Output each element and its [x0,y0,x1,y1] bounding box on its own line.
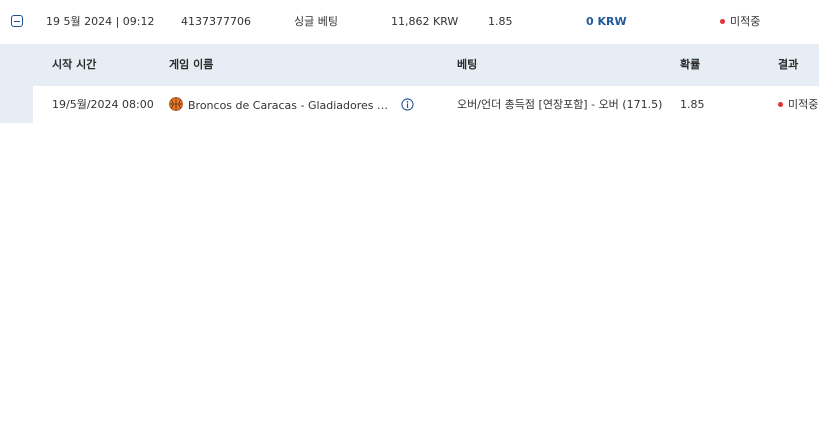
row-game: Broncos de Caracas - Gladiadores de Anzo… [169,86,414,123]
header-start-time: 시작 시간 [52,58,97,71]
bet-stake: 11,862 KRW [391,15,459,28]
header-bet: 베팅 [457,58,478,71]
row-bet: 오버/언더 총득점 [연장포함] - 오버 (171.5) [457,98,663,111]
bet-odds: 1.85 [488,15,513,28]
row-start-time: 19/5월/2024 08:00 [52,98,154,111]
header-game-name: 게임 이름 [169,58,214,71]
bet-date: 19 5월 2024 | 09:12 [46,15,155,28]
lost-status-dot [720,18,725,24]
bet-id: 4137377706 [181,15,251,28]
header-result: 결과 [778,58,799,71]
row-result: 미적중 [778,86,818,123]
bet-payout: 0 KRW [586,15,627,28]
info-icon[interactable] [401,97,414,111]
bet-detail-panel: 시작 시간 게임 이름 베팅 확률 결과 19/5월/2024 08:00 Br… [0,44,819,123]
bet-detail-table: 시작 시간 게임 이름 베팅 확률 결과 19/5월/2024 08:00 Br… [33,44,819,123]
basketball-icon [169,97,183,111]
bet-summary-row[interactable]: 19 5월 2024 | 09:12 4137377706 싱글 베팅 11,8… [0,0,819,45]
row-game-name[interactable]: Broncos de Caracas - Gladiadores de Anzo… [188,87,393,124]
bet-status: 미적중 [720,0,760,44]
lost-status-dot [778,101,783,107]
row-odds: 1.85 [680,98,705,111]
header-odds: 확률 [680,58,701,71]
collapse-toggle-icon[interactable] [11,15,23,27]
row-result-label: 미적중 [788,98,819,111]
table-row: 19/5월/2024 08:00 Broncos de Caracas - Gl… [33,86,819,123]
bet-status-label: 미적중 [730,15,761,28]
bet-type: 싱글 베팅 [294,15,338,28]
